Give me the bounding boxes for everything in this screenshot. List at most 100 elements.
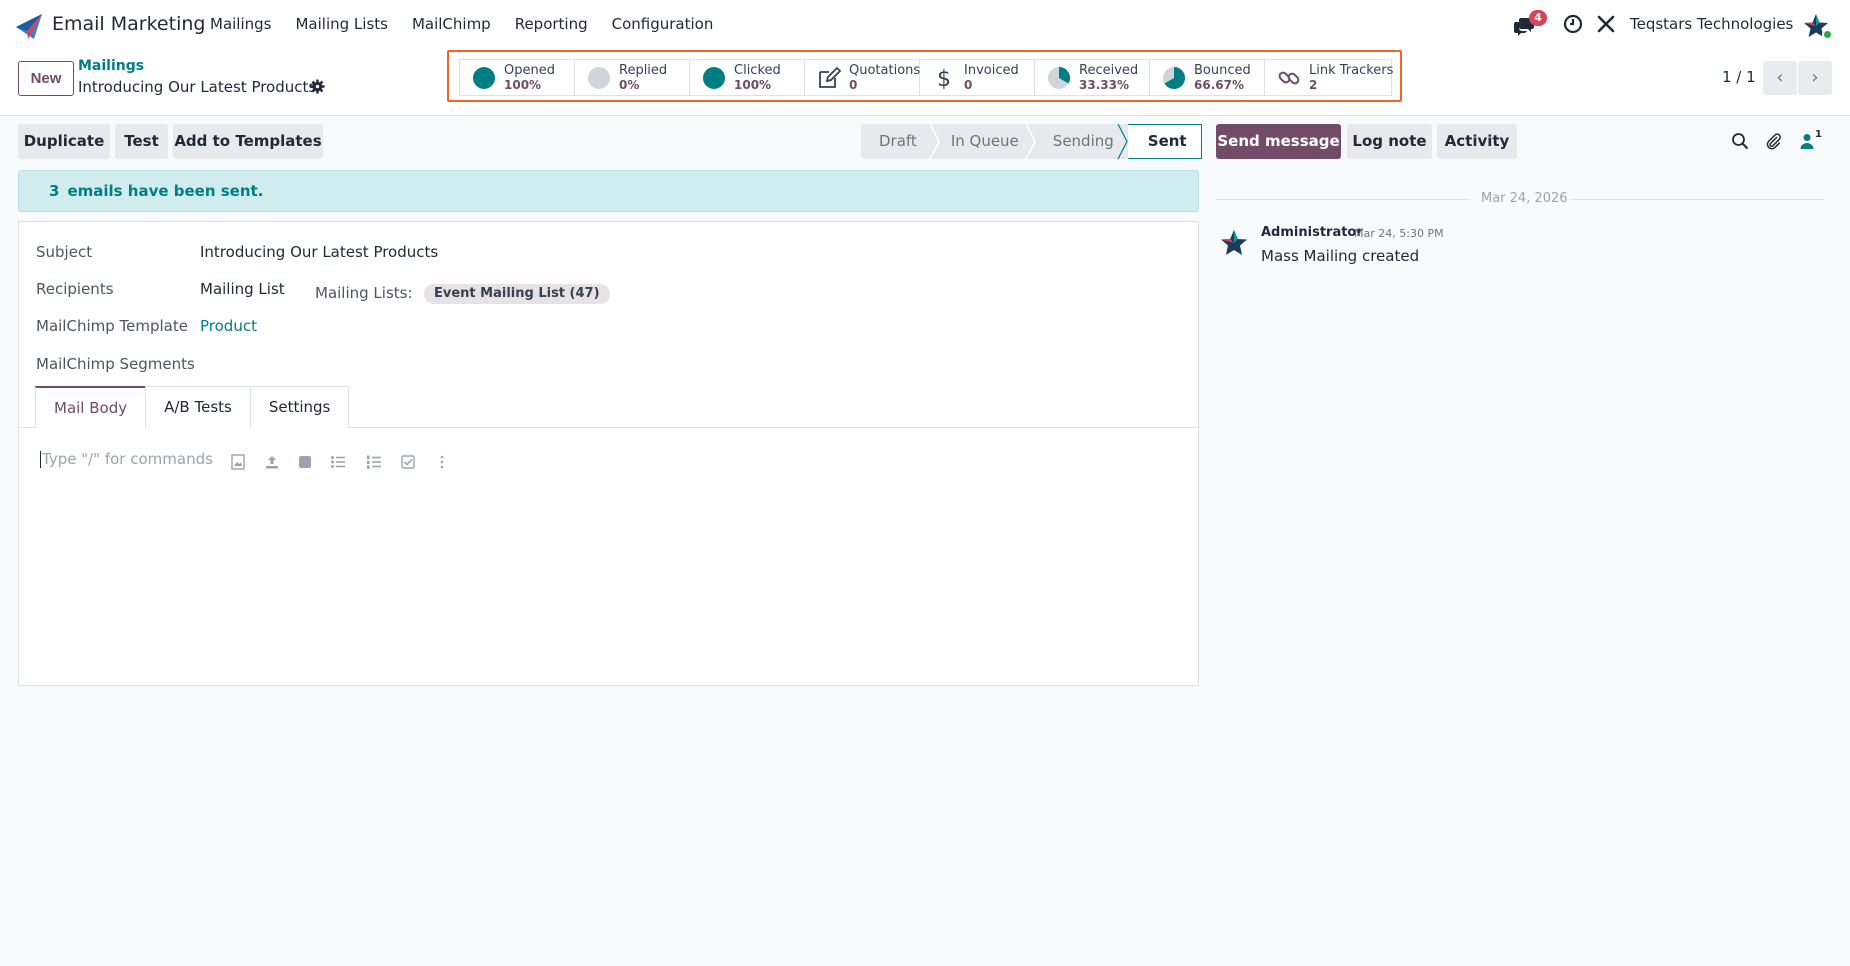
stat-label: Bounced [1194,62,1251,78]
stat-label: Replied [619,62,668,78]
menu-mailing-lists[interactable]: Mailing Lists [295,15,387,33]
notebook-tabs: Mail Body A/B Tests Settings [35,386,350,428]
editor-placeholder: Type "/" for commands [42,450,213,468]
mailing-lists-label: Mailing Lists: [315,284,413,302]
new-button[interactable]: New [18,61,74,96]
stat-value: 0 [849,77,858,92]
activity-clock-icon[interactable] [1563,14,1583,34]
debug-tools-icon[interactable] [1596,14,1616,34]
svg-text:$: $ [937,67,951,90]
date-separator: Mar 24, 2026 [1481,191,1568,206]
pager-counter[interactable]: 1 / 1 [1722,68,1756,86]
stat-received[interactable]: Received 33.33% [1035,60,1150,95]
gear-icon[interactable] [310,79,325,94]
stat-replied[interactable]: Replied 0% [575,60,690,95]
stat-quotations[interactable]: Quotations 0 [805,60,920,95]
menu-reporting[interactable]: Reporting [515,15,588,33]
paperclip-icon[interactable] [1764,132,1782,150]
main-menu: Mailings Mailing Lists MailChimp Reporti… [210,15,737,33]
recipients-label: Recipients [36,280,114,298]
image-icon[interactable] [230,454,246,470]
bulleted-list-icon[interactable] [330,454,346,470]
dollar-icon: $ [937,67,951,90]
tab-settings[interactable]: Settings [249,386,350,428]
tab-ab-tests[interactable]: A/B Tests [145,386,251,428]
stat-opened[interactable]: Opened 100% [460,60,575,95]
stat-bounced[interactable]: Bounced 66.67% [1150,60,1265,95]
pager-next-button[interactable]: › [1798,61,1832,95]
alert-text: emails have been sent. [67,182,264,200]
app-name[interactable]: Email Marketing [52,13,205,35]
test-button[interactable]: Test [115,124,168,159]
top-navbar: Email Marketing Mailings Mailing Lists M… [0,0,1850,50]
activity-button[interactable]: Activity [1437,124,1517,159]
message-author[interactable]: Administrator [1261,225,1363,240]
block-icon[interactable] [297,454,313,470]
stat-label: Received [1079,62,1139,78]
pager-previous-button[interactable]: ‹ [1763,61,1797,95]
stat-value: 2 [1309,77,1318,92]
status-bar-separators [929,124,1128,159]
mailing-list-tag[interactable]: Event Mailing List (47) [424,284,610,304]
numbered-list-icon[interactable] [366,454,382,470]
breadcrumb-mailings[interactable]: Mailings [78,58,144,74]
stat-value: 100% [734,77,772,92]
pie-two-thirds-icon [1163,66,1185,89]
date-separator-line [1216,199,1470,200]
pie-empty-icon [588,66,610,89]
stat-label: Link Trackers [1309,62,1394,78]
pie-full-icon [473,66,495,89]
stat-label: Quotations [849,62,921,78]
tab-mail-body[interactable]: Mail Body [35,386,147,428]
control-panel: New Mailings Introducing Our Latest Prod… [0,50,1850,116]
log-note-button[interactable]: Log note [1347,124,1432,159]
checklist-icon[interactable] [400,454,416,470]
menu-mailings[interactable]: Mailings [210,15,271,33]
stat-link-trackers[interactable]: Link Trackers 2 [1265,60,1394,95]
stat-label: Clicked [734,62,781,78]
subject-field[interactable]: Introducing Our Latest Products [200,243,438,261]
sent-alert: 3 emails have been sent. [18,170,1199,212]
subject-label: Subject [36,243,93,261]
date-separator-line [1570,199,1825,200]
mailchimp-segments-label: MailChimp Segments [36,355,195,373]
send-message-button[interactable]: Send message [1216,124,1341,159]
pie-third-icon [1048,66,1071,89]
email-marketing-logo-icon[interactable] [14,11,44,41]
smart-button-bar: Opened 100% Replied 0% Clicked 100% Quotati… [459,59,1394,96]
stat-value: 0% [619,77,640,92]
stat-invoiced[interactable]: $ Invoiced 0 [920,60,1035,95]
menu-configuration[interactable]: Configuration [612,15,714,33]
duplicate-button[interactable]: Duplicate [18,124,110,159]
stat-value: 66.67% [1194,77,1244,92]
chevron-left-icon: ‹ [1776,67,1784,88]
mailchimp-template-label: MailChimp Template [36,317,188,335]
recipients-field[interactable]: Mailing List [200,280,285,298]
notification-badge: 4 [1529,10,1547,26]
link-icon [1278,71,1300,84]
menu-mailchimp[interactable]: MailChimp [412,15,491,33]
message-body: Mass Mailing created [1261,247,1420,265]
stat-label: Invoiced [964,62,1019,78]
more-options-icon[interactable] [434,454,450,470]
mailchimp-template-link[interactable]: Product [200,317,257,335]
stat-value: 33.33% [1079,77,1129,92]
online-status-dot [1822,29,1833,40]
company-name[interactable]: Teqstars Technologies [1630,15,1793,33]
author-avatar-icon[interactable] [1219,228,1249,258]
mail-body-editor[interactable]: Type "/" for commands [40,450,213,468]
stat-value: 0 [964,77,973,92]
search-icon[interactable] [1731,132,1749,150]
pencil-square-icon [819,66,841,88]
upload-icon[interactable] [264,454,280,470]
breadcrumb-current: Introducing Our Latest Products [78,78,317,96]
text-caret [40,451,41,468]
stat-label: Opened [504,62,555,78]
chevron-right-icon: › [1811,67,1819,88]
add-to-templates-button[interactable]: Add to Templates [173,124,323,159]
pie-full-icon [703,66,725,89]
followers-count: 1 [1815,129,1822,140]
alert-count: 3 [49,182,60,200]
followers-icon[interactable] [1798,132,1816,150]
stat-clicked[interactable]: Clicked 100% [690,60,805,95]
